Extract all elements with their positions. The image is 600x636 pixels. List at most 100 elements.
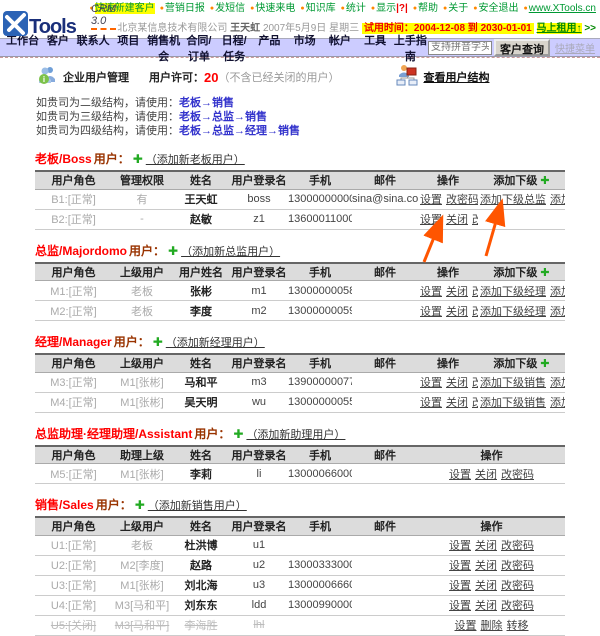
operation-link[interactable]: 关闭 [475, 580, 497, 592]
operation-link[interactable]: 设置 [449, 580, 471, 592]
user-name-cell: 李海胜 [172, 615, 230, 635]
add-subordinate-link[interactable]: 添加下级经理 [480, 286, 546, 298]
column-header: 姓名 [172, 517, 230, 535]
operation-link[interactable]: 改密码 [501, 469, 534, 481]
add-subordinate-link[interactable]: 添加下级销售 [480, 397, 546, 409]
phone-cell: 13000006660 [288, 575, 352, 595]
help-question-badge: |?| [396, 3, 408, 14]
add-subordinate-link[interactable]: 添加下级销售 [550, 306, 565, 318]
operation-link[interactable]: 改密码 [501, 580, 534, 592]
nav-item[interactable]: 市场 [287, 32, 322, 64]
add-subordinate-link[interactable]: 添加下级销售 [480, 377, 546, 389]
nav-item[interactable]: 项目 [111, 32, 146, 64]
add-new-user-link[interactable]: （添加新助理用户） [246, 429, 345, 441]
add-plus-icon[interactable]: ✚ [233, 427, 243, 441]
operation-link[interactable]: 关闭 [446, 377, 468, 389]
majordomo-table: 用户角色上级用户用户姓名用户登录名手机邮件操作添加下级 ✚M1:[正常]老板张彬… [35, 262, 565, 322]
nav-item[interactable]: 上手指南 [393, 32, 428, 64]
user-role-cell: M5:[正常] [35, 464, 112, 484]
operation-link[interactable]: 改密码 [501, 560, 534, 572]
operations-cell: 设置关闭改密码 [418, 209, 478, 229]
view-user-structure-link[interactable]: 查看用户结构 [423, 69, 489, 85]
add-subordinate-link[interactable]: 添加下级销售 [550, 194, 565, 206]
customer-search-button[interactable]: 客户查询 [494, 39, 550, 56]
nav-item[interactable]: 销售机会 [146, 32, 181, 64]
add-plus-icon[interactable]: ✚ [133, 152, 143, 166]
add-subordinate-link[interactable]: 添加下级经理 [480, 306, 546, 318]
customer-search-input[interactable] [428, 41, 492, 55]
nav-item[interactable]: 工具 [358, 32, 393, 64]
top-link[interactable]: 显示 [376, 3, 396, 14]
add-plus-icon: ✚ [540, 358, 549, 370]
operation-link[interactable]: 关闭 [475, 469, 497, 481]
bullet-icon: ● [443, 5, 447, 12]
quick-menu-link[interactable]: 快捷菜单 [555, 40, 595, 55]
nav-item[interactable]: 帐户 [322, 32, 357, 64]
operation-link[interactable]: 关闭 [446, 306, 468, 318]
operation-link[interactable]: 改密码 [446, 194, 478, 206]
operation-link[interactable]: 设置 [420, 194, 442, 206]
operation-link[interactable]: 关闭 [475, 540, 497, 552]
add-new-user-link[interactable]: （添加新销售用户） [148, 500, 247, 512]
user-role-cell: B1:[正常] [35, 189, 112, 209]
operation-link[interactable]: 设置 [449, 560, 471, 572]
top-link[interactable]: 知识库 [306, 3, 336, 14]
column-header: 手机 [288, 517, 352, 535]
add-subordinate-link[interactable]: 添加下级总监 [480, 194, 546, 206]
column-header-add-sub: 添加下级 ✚ [478, 171, 565, 189]
add-plus-icon[interactable]: ✚ [168, 244, 178, 258]
add-plus-icon[interactable]: ✚ [153, 335, 163, 349]
operation-link[interactable]: 设置 [420, 214, 442, 226]
section-title-suffix: 用户： [96, 498, 132, 512]
operation-link[interactable]: 设置 [455, 620, 477, 632]
operation-link[interactable]: 设置 [449, 469, 471, 481]
parent-user-cell: M1[张彬] [112, 464, 172, 484]
operation-link[interactable]: 关闭 [475, 560, 497, 572]
operation-link[interactable]: 改密码 [501, 540, 534, 552]
tip-path-link[interactable]: 老板→销售 [179, 97, 234, 109]
section-title: 总监助理·经理助理/Assistant用户：✚（添加新助理用户） [35, 425, 565, 442]
add-subordinate-link[interactable]: 添加助理 [550, 377, 565, 389]
tip-path-link[interactable]: 老板→总监→销售 [179, 111, 267, 123]
nav-item[interactable]: 合同/订单 [181, 32, 216, 64]
rent-now-link[interactable]: 马上租用↑ [537, 23, 582, 34]
tip-path-link[interactable]: 老板→总监→经理→销售 [179, 125, 300, 137]
nav-item[interactable]: 联系人 [76, 32, 111, 64]
xtools-logo[interactable]: Tools CRM 3.0 [3, 2, 84, 36]
add-plus-icon[interactable]: ✚ [135, 498, 145, 512]
operation-link[interactable]: 关闭 [446, 286, 468, 298]
operation-link[interactable]: 转移 [507, 620, 529, 632]
table-row: U5:[关闭]M3[马和平]李海胜lhl设置删除转移 [35, 615, 565, 635]
add-new-user-link[interactable]: （添加新老板用户） [146, 154, 245, 166]
top-link[interactable]: 关于 [448, 3, 468, 14]
operation-link[interactable]: 设置 [420, 306, 442, 318]
operation-link[interactable]: 改密码 [472, 214, 478, 226]
operation-link[interactable]: 关闭 [446, 214, 468, 226]
nav-item[interactable]: 日程/任务 [217, 32, 252, 64]
operation-link[interactable]: 设置 [449, 540, 471, 552]
add-new-user-link[interactable]: （添加新总监用户） [181, 246, 280, 258]
operations-cell: 设置关闭改密码 [418, 372, 478, 392]
operation-link[interactable]: 设置 [420, 377, 442, 389]
add-subordinate-cell: 添加下级经理添加下级销售添加助理 [478, 281, 565, 301]
more-chevron[interactable]: >> [584, 23, 596, 34]
top-link[interactable]: 帮助 [418, 3, 438, 14]
top-link[interactable]: www.XTools.cn [529, 3, 596, 14]
operation-link[interactable]: 设置 [420, 397, 442, 409]
top-link[interactable]: 快速来电 [255, 3, 295, 14]
add-subordinate-link[interactable]: 添加助理 [550, 397, 565, 409]
top-link[interactable]: 统计 [346, 3, 366, 14]
bullet-icon: ● [160, 5, 164, 12]
add-new-user-link[interactable]: （添加新经理用户） [166, 337, 265, 349]
operation-link[interactable]: 关闭 [446, 397, 468, 409]
page-title: 企业用户管理 [63, 69, 129, 85]
add-subordinate-link[interactable]: 添加下级销售 [550, 286, 565, 298]
top-link[interactable]: 安全退出 [479, 3, 519, 14]
nav-item[interactable]: 产品 [252, 32, 287, 64]
column-header: 手机 [288, 446, 352, 464]
top-link[interactable]: 营销日报 [165, 3, 205, 14]
top-link[interactable]: 发短信 [215, 3, 245, 14]
operation-link[interactable]: 删除 [481, 620, 503, 632]
operation-link[interactable]: 设置 [420, 286, 442, 298]
bullet-icon: ● [210, 5, 214, 12]
